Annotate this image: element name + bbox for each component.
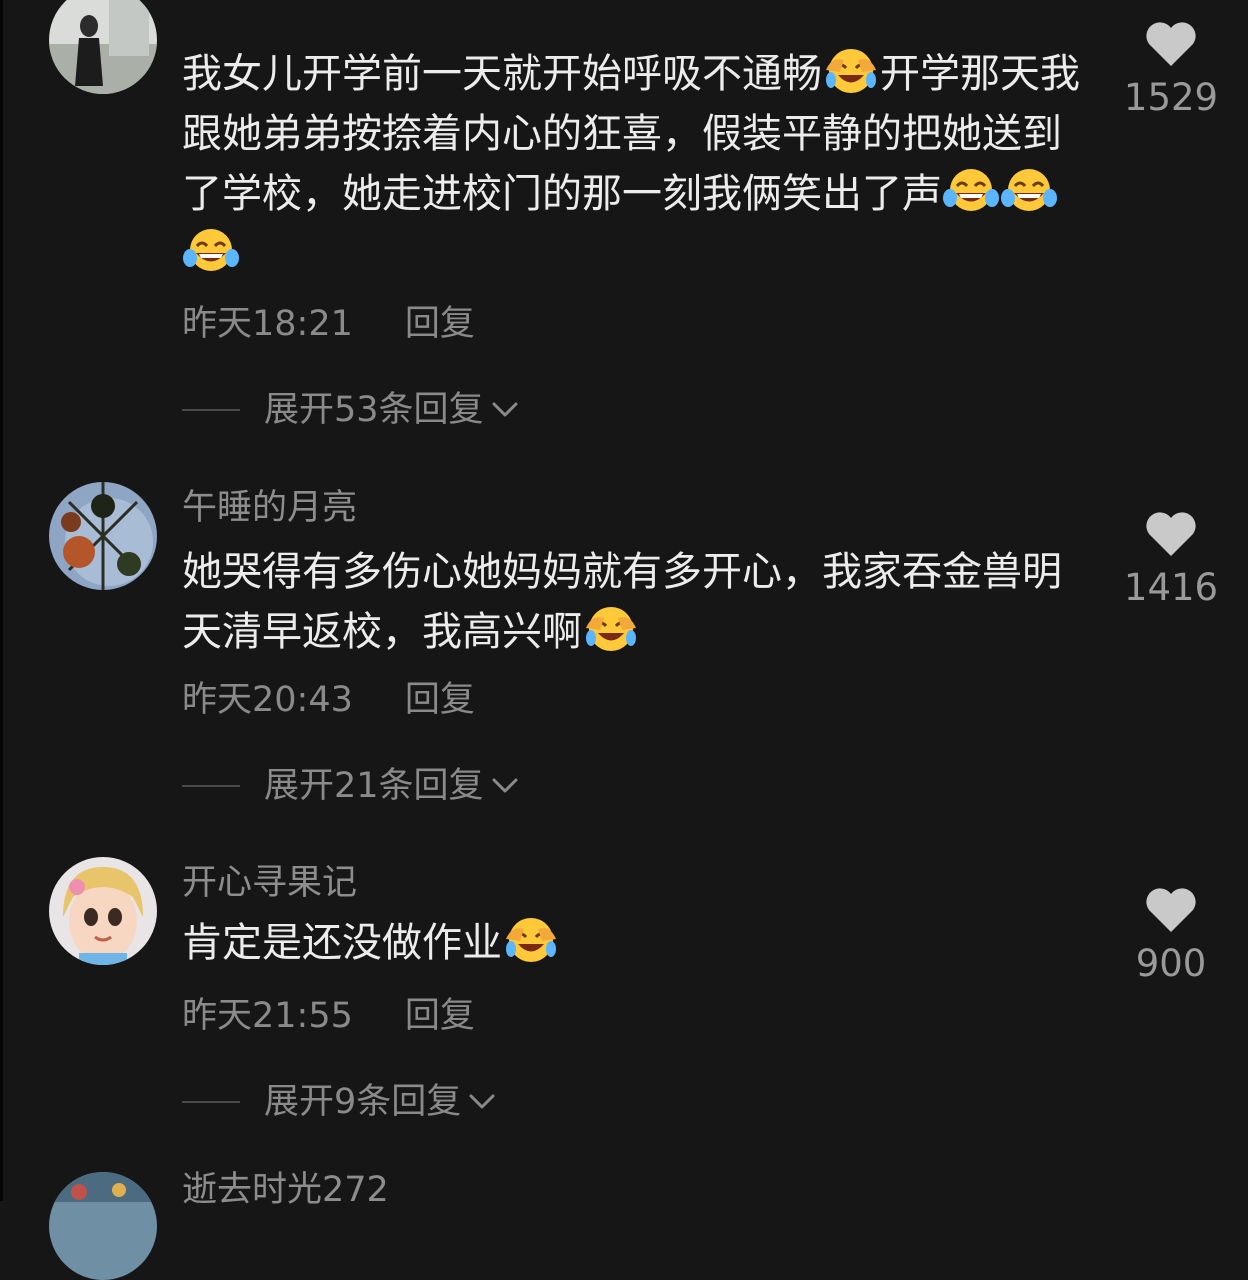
reply-button[interactable]: 回复 <box>405 996 475 1036</box>
comment-text-part: 我女儿开学前一天就开始呼吸不通畅 <box>182 51 822 97</box>
comment-meta: 昨天20:43 回复 <box>182 678 475 722</box>
like-count: 1416 <box>1123 566 1219 609</box>
expand-replies-button[interactable]: 展开9条回复 <box>182 1080 499 1124</box>
comment-time: 昨天21:55 <box>182 996 353 1036</box>
chevron-down-icon <box>492 402 518 417</box>
heart-icon <box>1146 888 1196 932</box>
reply-button[interactable]: 回复 <box>405 680 475 720</box>
comment-time: 昨天18:21 <box>182 304 353 344</box>
comment-time: 昨天20:43 <box>182 680 353 720</box>
laughing-covering-face-emoji <box>506 918 556 962</box>
divider <box>182 409 240 411</box>
divider <box>182 1101 240 1103</box>
heart-icon <box>1146 22 1196 66</box>
chevron-down-icon <box>469 1094 495 1109</box>
laughing-covering-face-emoji <box>826 49 876 93</box>
expand-replies-button[interactable]: 展开53条回复 <box>182 388 522 432</box>
comment-username[interactable]: 开心寻果记 <box>182 861 357 905</box>
expand-replies-label: 展开9条回复 <box>264 1082 462 1122</box>
comment-meta: 昨天18:21 回复 <box>182 302 475 346</box>
expand-replies-button[interactable]: 展开21条回复 <box>182 764 522 808</box>
comment-text: 她哭得有多伤心她妈妈就有多开心，我家吞金兽明天清早返校，我高兴啊 <box>182 542 1092 662</box>
divider <box>182 785 240 787</box>
tears-of-joy-emoji <box>183 229 239 271</box>
like-count: 900 <box>1135 942 1207 985</box>
laughing-covering-face-emoji <box>586 607 636 651</box>
comment-username[interactable]: 逝去时光272 <box>182 1168 389 1212</box>
expand-replies-label: 展开21条回复 <box>264 766 484 806</box>
tears-of-joy-emoji <box>1001 169 1057 211</box>
comment-text: 肯定是还没做作业 <box>182 913 1092 973</box>
comment-username[interactable]: 午睡的月亮 <box>182 486 357 530</box>
tears-of-joy-emoji <box>943 169 999 211</box>
heart-icon <box>1146 512 1196 556</box>
avatar[interactable] <box>49 857 157 965</box>
comment-text: 我女儿开学前一天就开始呼吸不通畅 开学那天我跟她弟弟按捺着内心的狂喜，假装平静的把… <box>182 44 1092 284</box>
reply-button[interactable]: 回复 <box>405 304 475 344</box>
like-count: 1529 <box>1123 76 1219 119</box>
like-button[interactable]: 1416 <box>1122 512 1220 610</box>
avatar[interactable] <box>49 0 157 94</box>
like-button[interactable]: 1529 <box>1122 22 1220 120</box>
chevron-down-icon <box>492 778 518 793</box>
comment-meta: 昨天21:55 回复 <box>182 994 475 1038</box>
screen-edge <box>0 0 3 1201</box>
comment-text-part: 肯定是还没做作业 <box>182 920 502 966</box>
like-button[interactable]: 900 <box>1122 888 1220 986</box>
expand-replies-label: 展开53条回复 <box>264 390 484 430</box>
avatar[interactable] <box>49 482 157 590</box>
avatar[interactable] <box>49 1172 157 1280</box>
